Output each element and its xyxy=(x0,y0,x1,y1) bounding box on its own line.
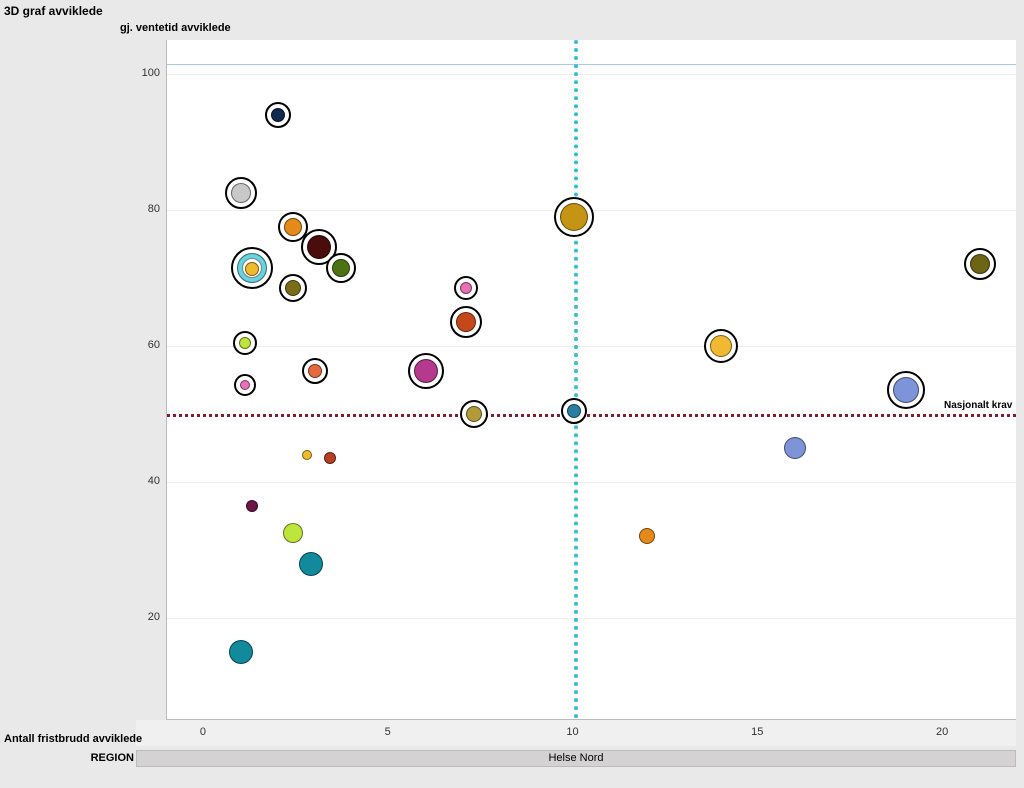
chart-title: 3D graf avviklede xyxy=(4,4,103,18)
y-axis-label: gj. ventetid avviklede xyxy=(120,22,231,34)
bubble xyxy=(285,280,301,296)
ref-line-horizontal xyxy=(167,414,1016,417)
bubble xyxy=(560,203,588,231)
y-tick-label: 80 xyxy=(130,203,160,215)
bubble xyxy=(240,380,250,390)
x-tick-label: 10 xyxy=(561,726,585,738)
bubble xyxy=(456,312,476,332)
bubble xyxy=(567,404,581,418)
x-tick-label: 5 xyxy=(376,726,400,738)
bubble xyxy=(893,377,919,403)
bubble xyxy=(784,437,806,459)
bubble xyxy=(245,262,259,276)
bubble xyxy=(332,259,350,277)
bubble xyxy=(283,523,303,543)
gridline-y xyxy=(167,346,1016,347)
bubble xyxy=(324,452,336,464)
gridline-y xyxy=(167,482,1016,483)
y-tick-label: 40 xyxy=(130,475,160,487)
region-label: REGION xyxy=(78,752,134,764)
bubble xyxy=(307,235,331,259)
bubble xyxy=(466,406,482,422)
bubble xyxy=(239,337,251,349)
x-axis-label: Antall fristbrudd avviklede xyxy=(4,733,142,745)
bubble xyxy=(302,450,312,460)
bubble xyxy=(308,364,322,378)
gridline-y xyxy=(167,618,1016,619)
plot-area xyxy=(166,40,1016,720)
gridline-y xyxy=(167,74,1016,75)
bubble xyxy=(284,218,302,236)
bubble xyxy=(414,359,438,383)
bubble xyxy=(246,500,258,512)
bubble xyxy=(970,254,990,274)
bubble xyxy=(299,552,323,576)
ref-line-label: Nasjonalt krav xyxy=(944,400,1012,411)
ref-line-vertical xyxy=(574,40,578,719)
bubble xyxy=(231,183,251,203)
x-tick-label: 20 xyxy=(930,726,954,738)
bubble xyxy=(710,335,732,357)
y-tick-label: 60 xyxy=(130,339,160,351)
x-tick-label: 15 xyxy=(745,726,769,738)
region-bar: Helse Nord xyxy=(136,750,1016,767)
x-tick-label: 0 xyxy=(191,726,215,738)
bubble xyxy=(229,640,253,664)
bubble xyxy=(639,528,655,544)
y-tick-label: 20 xyxy=(130,611,160,623)
y-tick-label: 100 xyxy=(130,67,160,79)
bubble xyxy=(271,108,285,122)
bubble xyxy=(460,282,472,294)
